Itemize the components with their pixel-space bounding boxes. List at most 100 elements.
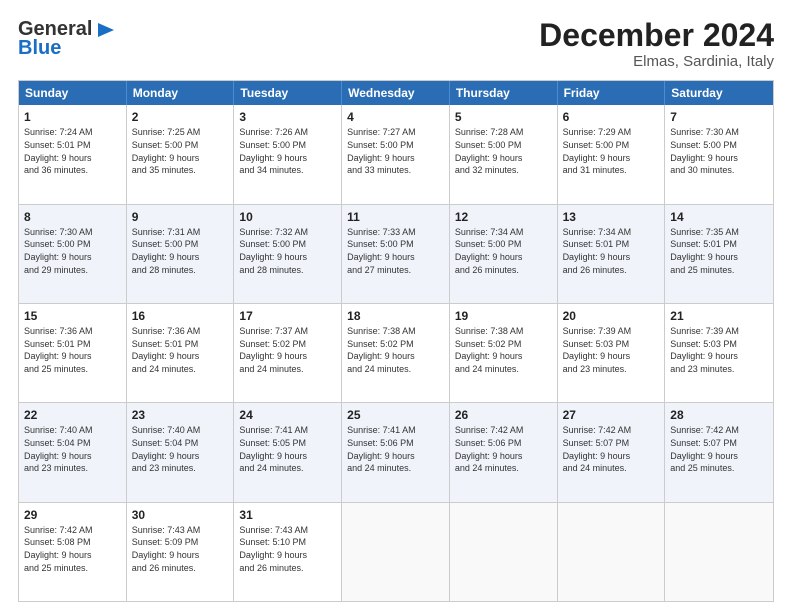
- calendar-row-1: 1Sunrise: 7:24 AMSunset: 5:01 PMDaylight…: [19, 105, 773, 203]
- day-info: Sunrise: 7:40 AMSunset: 5:04 PMDaylight:…: [132, 424, 229, 474]
- empty-cell: [450, 503, 558, 601]
- header-monday: Monday: [127, 81, 235, 105]
- day-number: 24: [239, 407, 336, 423]
- day-info: Sunrise: 7:29 AMSunset: 5:00 PMDaylight:…: [563, 126, 660, 176]
- day-info: Sunrise: 7:30 AMSunset: 5:00 PMDaylight:…: [670, 126, 768, 176]
- day-cell-11: 11Sunrise: 7:33 AMSunset: 5:00 PMDayligh…: [342, 205, 450, 303]
- empty-cell: [665, 503, 773, 601]
- day-info: Sunrise: 7:31 AMSunset: 5:00 PMDaylight:…: [132, 226, 229, 276]
- day-info: Sunrise: 7:42 AMSunset: 5:07 PMDaylight:…: [670, 424, 768, 474]
- day-number: 4: [347, 109, 444, 125]
- day-cell-9: 9Sunrise: 7:31 AMSunset: 5:00 PMDaylight…: [127, 205, 235, 303]
- day-info: Sunrise: 7:39 AMSunset: 5:03 PMDaylight:…: [670, 325, 768, 375]
- day-cell-21: 21Sunrise: 7:39 AMSunset: 5:03 PMDayligh…: [665, 304, 773, 402]
- day-number: 13: [563, 209, 660, 225]
- day-cell-25: 25Sunrise: 7:41 AMSunset: 5:06 PMDayligh…: [342, 403, 450, 501]
- header: General Blue December 2024 Elmas, Sardin…: [18, 18, 774, 70]
- empty-cell: [342, 503, 450, 601]
- day-number: 10: [239, 209, 336, 225]
- day-info: Sunrise: 7:41 AMSunset: 5:05 PMDaylight:…: [239, 424, 336, 474]
- day-number: 31: [239, 507, 336, 523]
- day-info: Sunrise: 7:35 AMSunset: 5:01 PMDaylight:…: [670, 226, 768, 276]
- day-info: Sunrise: 7:30 AMSunset: 5:00 PMDaylight:…: [24, 226, 121, 276]
- day-info: Sunrise: 7:33 AMSunset: 5:00 PMDaylight:…: [347, 226, 444, 276]
- day-cell-5: 5Sunrise: 7:28 AMSunset: 5:00 PMDaylight…: [450, 105, 558, 203]
- day-number: 28: [670, 407, 768, 423]
- day-info: Sunrise: 7:39 AMSunset: 5:03 PMDaylight:…: [563, 325, 660, 375]
- day-number: 27: [563, 407, 660, 423]
- day-cell-22: 22Sunrise: 7:40 AMSunset: 5:04 PMDayligh…: [19, 403, 127, 501]
- calendar-row-3: 15Sunrise: 7:36 AMSunset: 5:01 PMDayligh…: [19, 303, 773, 402]
- day-number: 14: [670, 209, 768, 225]
- day-number: 25: [347, 407, 444, 423]
- day-info: Sunrise: 7:34 AMSunset: 5:00 PMDaylight:…: [455, 226, 552, 276]
- location: Elmas, Sardinia, Italy: [539, 53, 774, 70]
- day-cell-20: 20Sunrise: 7:39 AMSunset: 5:03 PMDayligh…: [558, 304, 666, 402]
- day-number: 29: [24, 507, 121, 523]
- calendar-row-4: 22Sunrise: 7:40 AMSunset: 5:04 PMDayligh…: [19, 402, 773, 501]
- day-cell-26: 26Sunrise: 7:42 AMSunset: 5:06 PMDayligh…: [450, 403, 558, 501]
- day-info: Sunrise: 7:24 AMSunset: 5:01 PMDaylight:…: [24, 126, 121, 176]
- day-cell-13: 13Sunrise: 7:34 AMSunset: 5:01 PMDayligh…: [558, 205, 666, 303]
- day-cell-12: 12Sunrise: 7:34 AMSunset: 5:00 PMDayligh…: [450, 205, 558, 303]
- day-info: Sunrise: 7:40 AMSunset: 5:04 PMDaylight:…: [24, 424, 121, 474]
- day-cell-7: 7Sunrise: 7:30 AMSunset: 5:00 PMDaylight…: [665, 105, 773, 203]
- day-number: 12: [455, 209, 552, 225]
- day-cell-1: 1Sunrise: 7:24 AMSunset: 5:01 PMDaylight…: [19, 105, 127, 203]
- day-info: Sunrise: 7:42 AMSunset: 5:07 PMDaylight:…: [563, 424, 660, 474]
- calendar: Sunday Monday Tuesday Wednesday Thursday…: [18, 80, 774, 602]
- day-cell-14: 14Sunrise: 7:35 AMSunset: 5:01 PMDayligh…: [665, 205, 773, 303]
- day-number: 30: [132, 507, 229, 523]
- day-cell-6: 6Sunrise: 7:29 AMSunset: 5:00 PMDaylight…: [558, 105, 666, 203]
- day-info: Sunrise: 7:26 AMSunset: 5:00 PMDaylight:…: [239, 126, 336, 176]
- day-number: 16: [132, 308, 229, 324]
- day-cell-2: 2Sunrise: 7:25 AMSunset: 5:00 PMDaylight…: [127, 105, 235, 203]
- day-number: 3: [239, 109, 336, 125]
- day-info: Sunrise: 7:43 AMSunset: 5:10 PMDaylight:…: [239, 524, 336, 574]
- day-cell-17: 17Sunrise: 7:37 AMSunset: 5:02 PMDayligh…: [234, 304, 342, 402]
- day-cell-31: 31Sunrise: 7:43 AMSunset: 5:10 PMDayligh…: [234, 503, 342, 601]
- day-info: Sunrise: 7:25 AMSunset: 5:00 PMDaylight:…: [132, 126, 229, 176]
- day-number: 11: [347, 209, 444, 225]
- day-number: 21: [670, 308, 768, 324]
- day-cell-19: 19Sunrise: 7:38 AMSunset: 5:02 PMDayligh…: [450, 304, 558, 402]
- header-tuesday: Tuesday: [234, 81, 342, 105]
- day-number: 5: [455, 109, 552, 125]
- day-cell-28: 28Sunrise: 7:42 AMSunset: 5:07 PMDayligh…: [665, 403, 773, 501]
- logo-bird-icon: [94, 19, 116, 41]
- calendar-header: Sunday Monday Tuesday Wednesday Thursday…: [19, 81, 773, 105]
- day-number: 1: [24, 109, 121, 125]
- day-number: 7: [670, 109, 768, 125]
- page: General Blue December 2024 Elmas, Sardin…: [0, 0, 792, 612]
- day-number: 9: [132, 209, 229, 225]
- day-cell-8: 8Sunrise: 7:30 AMSunset: 5:00 PMDaylight…: [19, 205, 127, 303]
- day-info: Sunrise: 7:27 AMSunset: 5:00 PMDaylight:…: [347, 126, 444, 176]
- day-info: Sunrise: 7:38 AMSunset: 5:02 PMDaylight:…: [347, 325, 444, 375]
- day-info: Sunrise: 7:37 AMSunset: 5:02 PMDaylight:…: [239, 325, 336, 375]
- day-cell-27: 27Sunrise: 7:42 AMSunset: 5:07 PMDayligh…: [558, 403, 666, 501]
- header-wednesday: Wednesday: [342, 81, 450, 105]
- month-title: December 2024: [539, 18, 774, 53]
- day-number: 22: [24, 407, 121, 423]
- title-block: December 2024 Elmas, Sardinia, Italy: [539, 18, 774, 70]
- day-info: Sunrise: 7:43 AMSunset: 5:09 PMDaylight:…: [132, 524, 229, 574]
- day-cell-18: 18Sunrise: 7:38 AMSunset: 5:02 PMDayligh…: [342, 304, 450, 402]
- day-cell-16: 16Sunrise: 7:36 AMSunset: 5:01 PMDayligh…: [127, 304, 235, 402]
- day-info: Sunrise: 7:34 AMSunset: 5:01 PMDaylight:…: [563, 226, 660, 276]
- day-info: Sunrise: 7:42 AMSunset: 5:08 PMDaylight:…: [24, 524, 121, 574]
- day-info: Sunrise: 7:41 AMSunset: 5:06 PMDaylight:…: [347, 424, 444, 474]
- day-number: 26: [455, 407, 552, 423]
- day-info: Sunrise: 7:36 AMSunset: 5:01 PMDaylight:…: [132, 325, 229, 375]
- calendar-row-5: 29Sunrise: 7:42 AMSunset: 5:08 PMDayligh…: [19, 502, 773, 601]
- header-friday: Friday: [558, 81, 666, 105]
- day-number: 8: [24, 209, 121, 225]
- day-number: 2: [132, 109, 229, 125]
- day-cell-24: 24Sunrise: 7:41 AMSunset: 5:05 PMDayligh…: [234, 403, 342, 501]
- day-info: Sunrise: 7:28 AMSunset: 5:00 PMDaylight:…: [455, 126, 552, 176]
- calendar-row-2: 8Sunrise: 7:30 AMSunset: 5:00 PMDaylight…: [19, 204, 773, 303]
- calendar-body: 1Sunrise: 7:24 AMSunset: 5:01 PMDaylight…: [19, 105, 773, 601]
- day-cell-4: 4Sunrise: 7:27 AMSunset: 5:00 PMDaylight…: [342, 105, 450, 203]
- day-cell-30: 30Sunrise: 7:43 AMSunset: 5:09 PMDayligh…: [127, 503, 235, 601]
- day-number: 18: [347, 308, 444, 324]
- day-cell-10: 10Sunrise: 7:32 AMSunset: 5:00 PMDayligh…: [234, 205, 342, 303]
